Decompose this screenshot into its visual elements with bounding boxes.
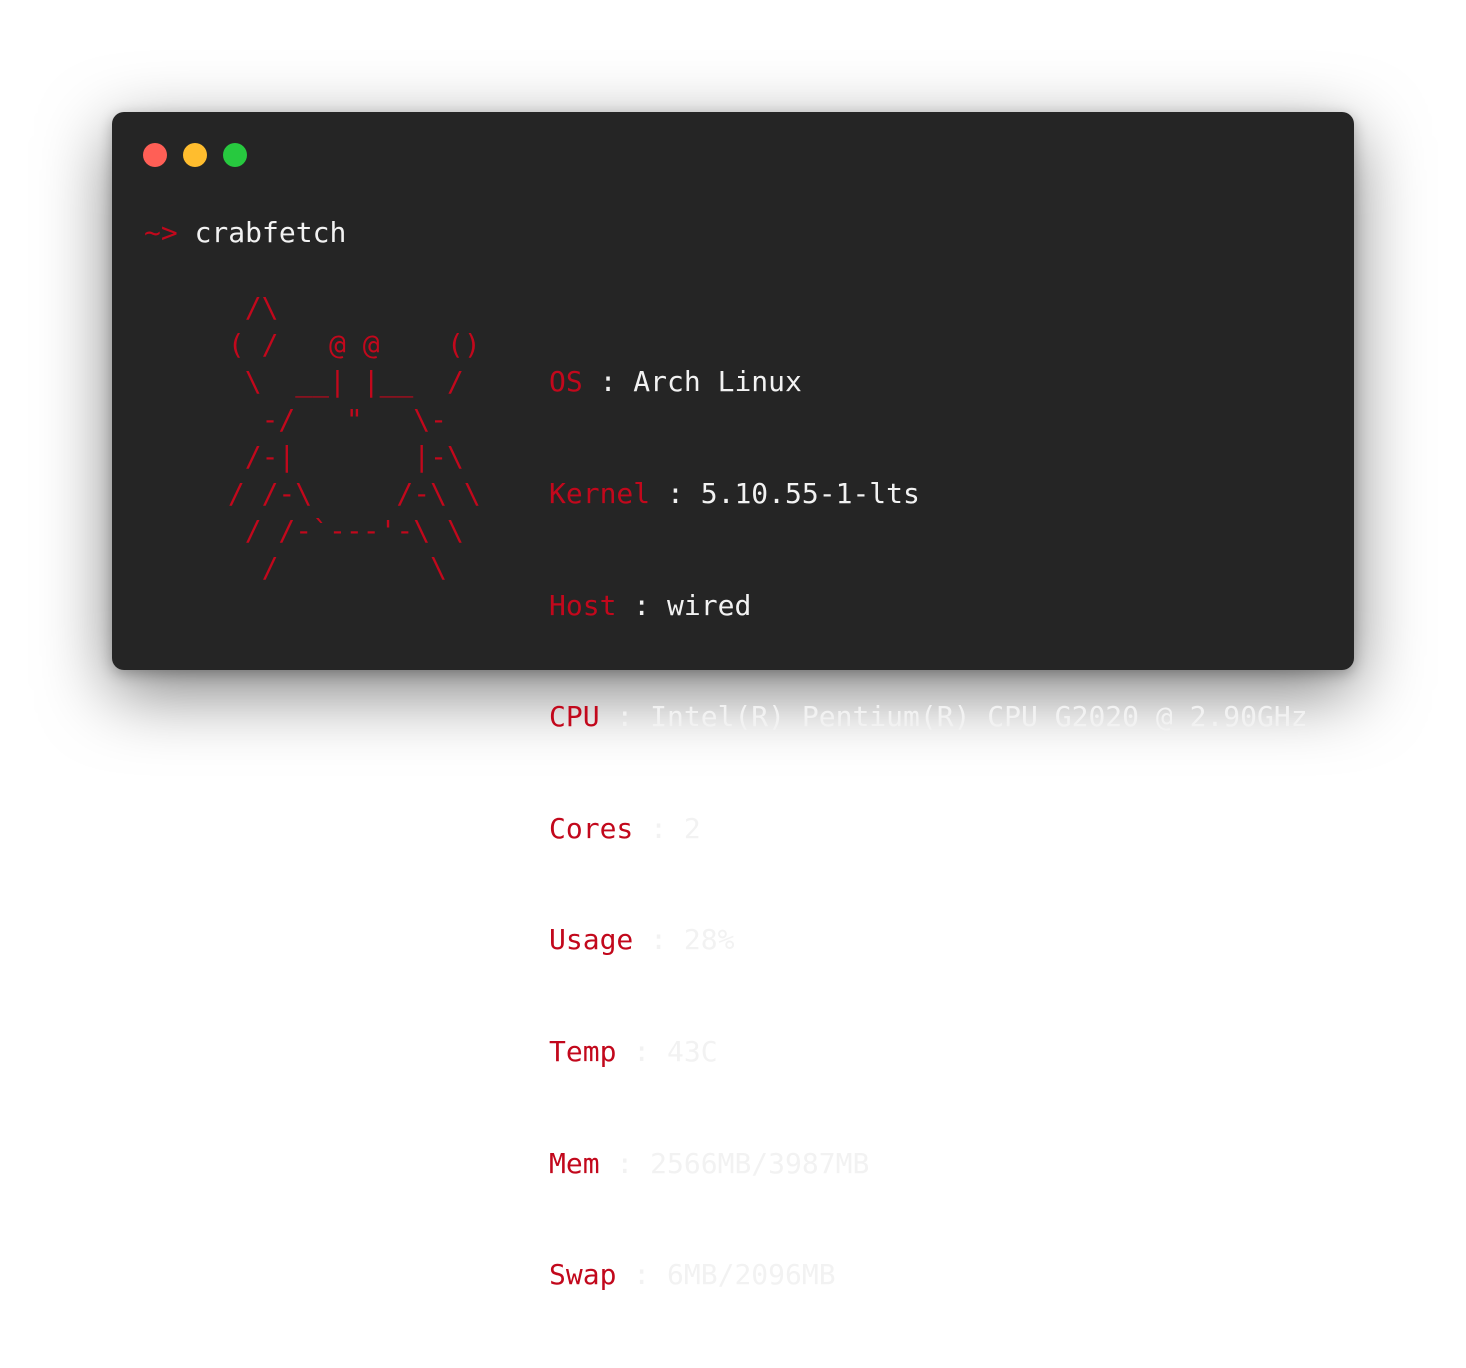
info-row-cpu: CPU : Intel(R) Pentium(R) CPU G2020 @ 2.… bbox=[549, 698, 1308, 735]
info-value: 2566MB/3987MB bbox=[650, 1146, 870, 1180]
info-key: Kernel bbox=[549, 477, 651, 510]
info-value: Arch Linux bbox=[633, 365, 802, 399]
info-row-swap: Swap : 6MB/2096MB bbox=[549, 1256, 1308, 1293]
info-row-cores: Cores : 2 bbox=[549, 810, 1308, 847]
logo-line: /-| |-\ bbox=[211, 439, 464, 473]
info-row-kernel: Kernel : 5.10.55-1-lts bbox=[549, 475, 1308, 512]
maximize-button[interactable] bbox=[223, 143, 247, 167]
crab-ascii-logo: /\ ( / @ @ () \ __| |__ / -/ " \- /-| |-… bbox=[211, 289, 481, 587]
info-value: wired bbox=[667, 588, 752, 622]
logo-line: ( / @ @ () bbox=[211, 328, 481, 362]
info-key: Usage bbox=[549, 923, 634, 957]
logo-line: / /-\ /-\ \ bbox=[211, 476, 481, 510]
logo-line: -/ " \- bbox=[211, 402, 448, 436]
info-key: Host bbox=[549, 588, 617, 622]
info-value: 2 bbox=[683, 811, 701, 845]
info-separator: : bbox=[616, 1034, 668, 1068]
prompt-symbol: ~> bbox=[144, 216, 178, 249]
info-row-usage: Usage : 28% bbox=[549, 921, 1308, 958]
system-info: OS : Arch Linux Kernel : 5.10.55-1-lts H… bbox=[549, 289, 1308, 1368]
info-value: 5.10.55-1-lts bbox=[700, 477, 920, 510]
info-key: Swap bbox=[549, 1258, 617, 1292]
info-separator: : bbox=[599, 700, 651, 734]
info-key: Mem bbox=[549, 1146, 600, 1180]
info-key: OS bbox=[549, 365, 583, 399]
minimize-button[interactable] bbox=[183, 143, 207, 167]
logo-line: /\ bbox=[211, 291, 279, 324]
logo-line: / /-`---'-\ \ bbox=[211, 514, 464, 548]
info-separator: : bbox=[633, 923, 684, 957]
info-separator: : bbox=[616, 588, 668, 622]
info-separator: : bbox=[582, 365, 634, 399]
info-separator: : bbox=[650, 477, 701, 510]
info-row-temp: Temp : 43C bbox=[549, 1033, 1308, 1070]
info-row-host: Host : wired bbox=[549, 587, 1308, 624]
terminal-window: ~> crabfetch /\ ( / @ @ () \ __| |__ / -… bbox=[112, 112, 1354, 1291]
info-row-mem: Mem : 2566MB/3987MB bbox=[549, 1145, 1308, 1182]
logo-line: \ __| |__ / bbox=[211, 365, 464, 399]
info-value: 6MB/2096MB bbox=[667, 1258, 836, 1292]
info-separator: : bbox=[616, 1258, 668, 1292]
info-separator: : bbox=[599, 1146, 651, 1180]
prompt-command: crabfetch bbox=[194, 216, 347, 249]
info-row-os: OS : Arch Linux bbox=[549, 363, 1308, 400]
info-key: CPU bbox=[549, 700, 600, 734]
info-value: 28% bbox=[683, 923, 735, 957]
info-value: Intel(R) Pentium(R) CPU G2020 @ 2.90GHz bbox=[650, 700, 1308, 734]
logo-line: / \ bbox=[211, 551, 448, 585]
close-button[interactable] bbox=[143, 143, 167, 167]
prompt-line: ~> crabfetch bbox=[144, 213, 346, 253]
info-key: Temp bbox=[549, 1034, 617, 1068]
info-separator: : bbox=[633, 811, 684, 845]
info-key: Cores bbox=[549, 811, 634, 845]
info-value: 43C bbox=[667, 1034, 718, 1068]
